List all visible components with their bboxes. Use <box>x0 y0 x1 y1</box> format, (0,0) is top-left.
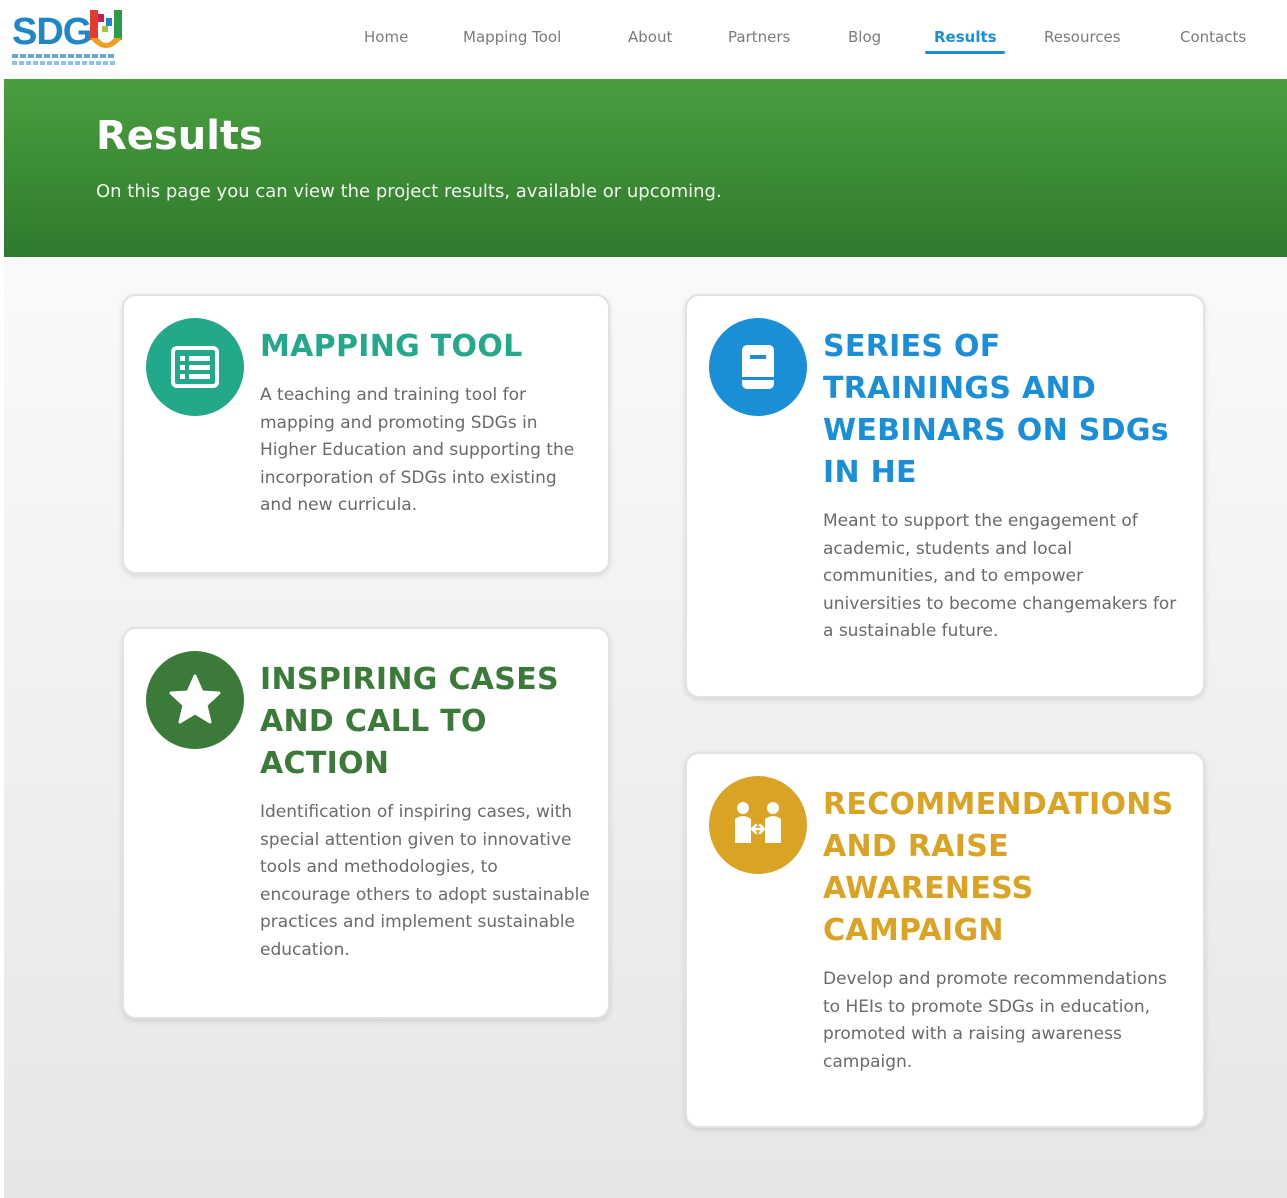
nav-results[interactable]: Results <box>934 28 997 52</box>
result-card-mapping-tool[interactable]: MAPPING TOOL A teaching and training too… <box>122 294 610 574</box>
logo-text: SDG <box>12 11 92 53</box>
nav-contacts[interactable]: Contacts <box>1180 28 1246 52</box>
page-hero-banner: Results On this page you can view the pr… <box>4 79 1287 257</box>
logo-tagline-line <box>12 61 116 65</box>
logo-tagline-line <box>12 54 116 58</box>
list-icon <box>146 318 244 416</box>
card-title: MAPPING TOOL <box>260 329 523 364</box>
result-card-inspiring-cases[interactable]: INSPIRING CASES AND CALL TO ACTION Ident… <box>122 627 610 1019</box>
card-title: RECOMMENDATIONS AND RAISE AWARENESS CAMP… <box>823 787 1174 948</box>
book-icon <box>709 318 807 416</box>
site-header: SDG Home Mapping Tool About Partners Blo… <box>0 0 1287 80</box>
nav-about[interactable]: About <box>628 28 672 52</box>
nav-home[interactable]: Home <box>364 28 408 52</box>
card-description: Identification of inspiring cases, with … <box>260 802 590 960</box>
people-exchange-icon <box>709 776 807 874</box>
page-subtitle: On this page you can view the project re… <box>96 181 722 202</box>
card-description: Develop and promote recommendations to H… <box>823 969 1167 1072</box>
nav-resources[interactable]: Resources <box>1044 28 1121 52</box>
result-card-recommendations-campaign[interactable]: RECOMMENDATIONS AND RAISE AWARENESS CAMP… <box>685 752 1205 1128</box>
star-icon <box>146 651 244 749</box>
card-title: SERIES OF TRAININGS AND WEBINARS ON SDGs… <box>823 329 1169 490</box>
nav-mapping-tool[interactable]: Mapping Tool <box>463 28 561 52</box>
card-description: A teaching and training tool for mapping… <box>260 385 575 516</box>
sdgu-logo[interactable]: SDG <box>12 8 122 68</box>
nav-active-indicator <box>925 51 1005 54</box>
card-title: INSPIRING CASES AND CALL TO ACTION <box>260 662 559 781</box>
page-title: Results <box>96 113 263 159</box>
result-card-trainings-webinars[interactable]: SERIES OF TRAININGS AND WEBINARS ON SDGs… <box>685 294 1205 698</box>
nav-partners[interactable]: Partners <box>728 28 790 52</box>
logo-u-mark <box>90 10 122 48</box>
card-description: Meant to support the engagement of acade… <box>823 511 1177 642</box>
nav-blog[interactable]: Blog <box>848 28 881 52</box>
